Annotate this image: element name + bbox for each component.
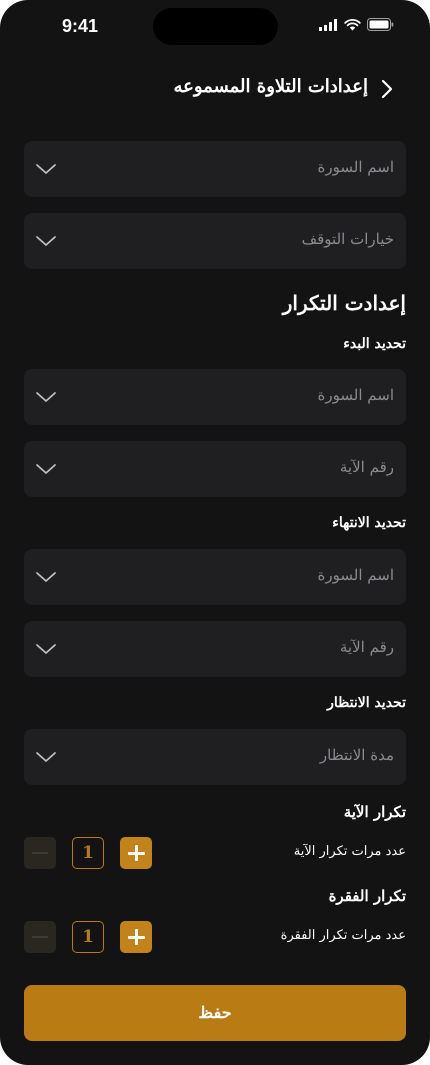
- start-ayah-placeholder: رقم الآية: [339, 458, 394, 476]
- chevron-down-icon: [36, 644, 56, 654]
- app-screen: 9:41 إعدادات التلاوة المسموعه اسم السورة…: [0, 0, 430, 1065]
- repeat-settings-title: إعدادت التكرار: [282, 291, 406, 315]
- save-button[interactable]: حفظ: [24, 985, 406, 1041]
- surah-select-placeholder: اسم السورة: [317, 158, 394, 176]
- wait-section-label: تحديد الانتظار: [327, 695, 406, 711]
- chevron-down-icon: [36, 464, 56, 474]
- chevron-down-icon: [36, 572, 56, 582]
- start-surah-placeholder: اسم السورة: [317, 386, 394, 404]
- passage-repeat-label: عدد مرات تكرار الفقرة: [280, 928, 406, 943]
- ayah-repeat-decrement-button[interactable]: [24, 837, 56, 869]
- chevron-down-icon: [36, 236, 56, 246]
- surah-select[interactable]: اسم السورة: [24, 141, 406, 197]
- page-header: إعدادات التلاوة المسموعه: [0, 72, 430, 106]
- end-surah-select[interactable]: اسم السورة: [24, 549, 406, 605]
- stop-options-select[interactable]: خيارات التوقف: [24, 213, 406, 269]
- ayah-repeat-label: عدد مرات تكرار الآية: [293, 844, 406, 859]
- status-time: 9:41: [62, 16, 99, 36]
- page-title: إعدادات التلاوة المسموعه: [173, 76, 368, 97]
- passage-repeat-count[interactable]: 1: [72, 921, 104, 953]
- dynamic-island: [153, 8, 278, 45]
- battery-icon: [367, 18, 394, 31]
- start-section-label: تحديد البدء: [343, 336, 406, 352]
- chevron-down-icon: [36, 164, 56, 174]
- minus-icon: [32, 852, 48, 854]
- status-icons: [319, 18, 394, 31]
- minus-icon: [32, 936, 48, 938]
- ayah-repeat-title: تكرار الآية: [343, 803, 406, 821]
- end-section-label: تحديد الانتهاء: [332, 515, 406, 531]
- ayah-repeat-increment-button[interactable]: [120, 837, 152, 869]
- end-surah-placeholder: اسم السورة: [317, 566, 394, 584]
- status-bar: 9:41: [0, 0, 430, 56]
- cellular-signal-icon: [319, 18, 337, 31]
- wait-duration-placeholder: مدة الانتظار: [319, 746, 394, 764]
- end-ayah-placeholder: رقم الآية: [339, 638, 394, 656]
- start-ayah-select[interactable]: رقم الآية: [24, 441, 406, 497]
- start-surah-select[interactable]: اسم السورة: [24, 369, 406, 425]
- back-chevron-icon[interactable]: [376, 78, 398, 100]
- chevron-down-icon: [36, 392, 56, 402]
- passage-repeat-increment-button[interactable]: [120, 921, 152, 953]
- chevron-down-icon: [36, 752, 56, 762]
- passage-repeat-decrement-button[interactable]: [24, 921, 56, 953]
- end-ayah-select[interactable]: رقم الآية: [24, 621, 406, 677]
- wait-duration-select[interactable]: مدة الانتظار: [24, 729, 406, 785]
- wifi-icon: [344, 18, 361, 30]
- ayah-repeat-count[interactable]: 1: [72, 837, 104, 869]
- passage-repeat-title: تكرار الفقرة: [328, 887, 406, 905]
- stop-options-placeholder: خيارات التوقف: [301, 230, 394, 248]
